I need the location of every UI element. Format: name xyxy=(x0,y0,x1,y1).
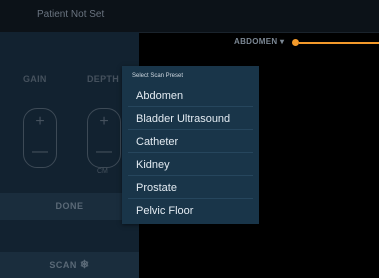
menu-title: Select Scan Preset xyxy=(132,73,184,79)
gain-decrease-button[interactable]: — xyxy=(24,144,56,160)
menu-item-kidney[interactable]: Kidney xyxy=(128,154,253,176)
menu-item-bladder-ultrasound[interactable]: Bladder Ultrasound xyxy=(128,108,253,130)
depth-unit: CM xyxy=(97,168,108,175)
gain-increase-button[interactable]: + xyxy=(24,114,56,130)
callout-marker-line xyxy=(299,42,379,44)
gain-stepper: + — xyxy=(23,108,57,168)
top-bar: Patient Not Set xyxy=(0,0,379,33)
depth-label: DEPTH xyxy=(87,74,120,84)
menu-item-prostate[interactable]: Prostate xyxy=(128,177,253,199)
patient-status[interactable]: Patient Not Set xyxy=(37,9,104,20)
gain-label: GAIN xyxy=(23,74,47,84)
scan-button[interactable]: SCAN ❄ xyxy=(0,252,139,278)
depth-stepper: + — xyxy=(87,108,121,168)
callout-marker-dot xyxy=(292,39,299,46)
menu-item-pelvic-floor[interactable]: Pelvic Floor xyxy=(128,200,253,222)
snowflake-icon: ❄ xyxy=(79,259,90,271)
done-button[interactable]: DONE xyxy=(0,193,139,220)
done-label: DONE xyxy=(55,201,84,211)
menu-item-abdomen[interactable]: Abdomen xyxy=(128,85,253,107)
preset-selector[interactable]: ABDOMEN ▾ xyxy=(234,37,284,46)
scan-label: SCAN xyxy=(49,260,77,270)
depth-increase-button[interactable]: + xyxy=(88,114,120,130)
controls-panel: GAIN DEPTH + — + — CM xyxy=(0,32,139,278)
scan-preset-menu: Select Scan Preset Abdomen Bladder Ultra… xyxy=(122,66,259,224)
depth-decrease-button[interactable]: — xyxy=(88,144,120,160)
menu-item-catheter[interactable]: Catheter xyxy=(128,131,253,153)
